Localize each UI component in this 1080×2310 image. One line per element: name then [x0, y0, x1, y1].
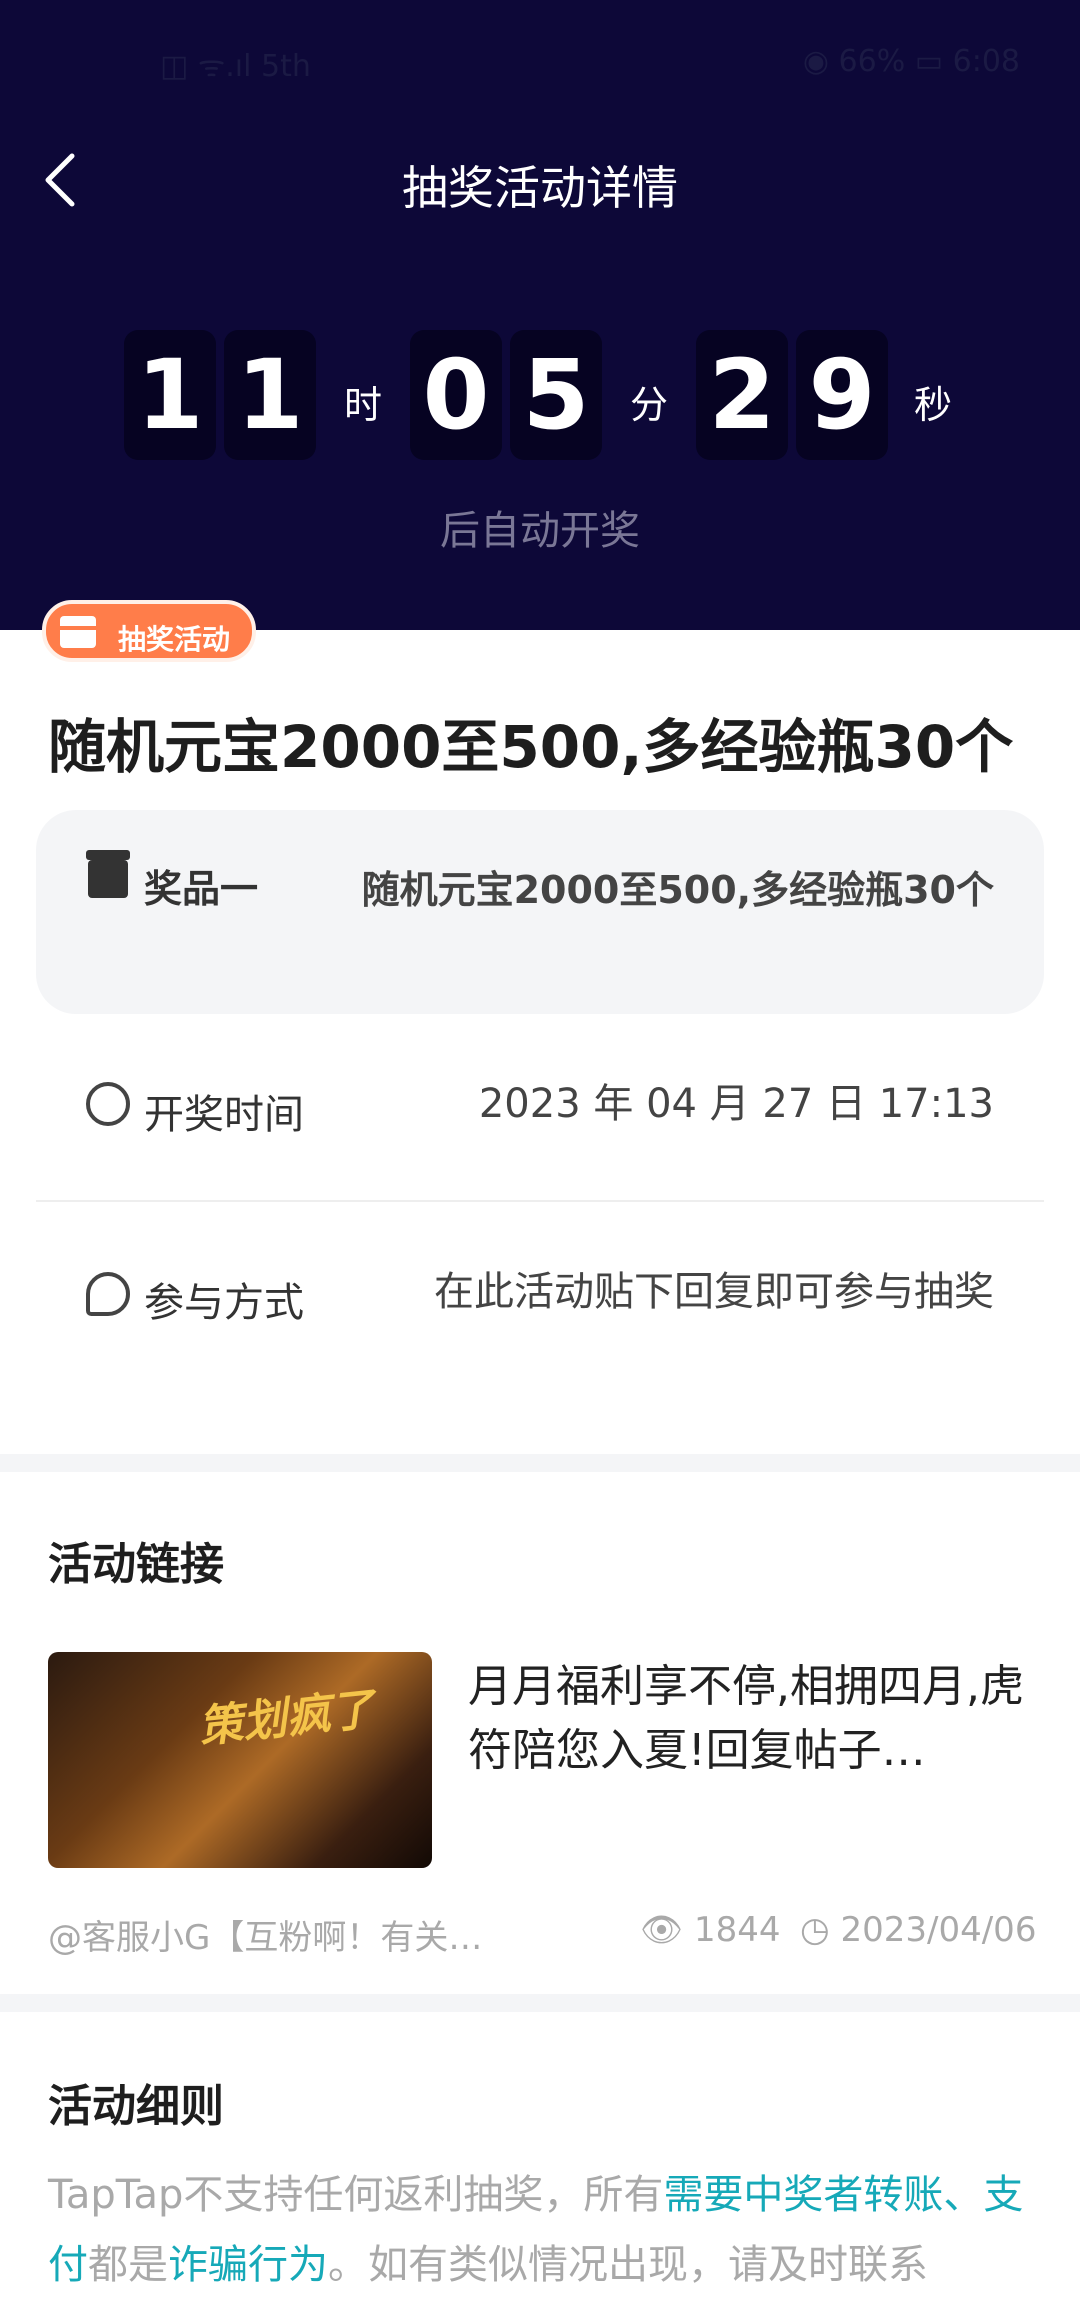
link-thumbnail[interactable]: 策划疯了 [48, 1652, 432, 1868]
countdown-timer: 1 1 时 0 5 分 2 9 秒 [0, 330, 1080, 460]
rules-section-title: 活动细则 [48, 2081, 224, 2132]
section-gap [0, 1994, 1080, 2012]
seconds-digit-1: 2 [696, 330, 788, 460]
minutes-digit-1: 0 [410, 330, 502, 460]
post-author[interactable]: @客服小G【互粉啊！有关… [48, 1910, 482, 1959]
gift-icon [86, 850, 130, 898]
hours-digit-2: 1 [224, 330, 316, 460]
gift-icon [60, 616, 96, 648]
date-value: 2023/04/06 [840, 1910, 1037, 1950]
rules-highlight-2: 诈骗行为 [168, 2242, 328, 2288]
post-date: ◷ 2023/04/06 [800, 1910, 1036, 1950]
participation-value: 在此活动贴下回复即可参与抽奖 [434, 1269, 994, 1315]
seconds-digit-2: 9 [796, 330, 888, 460]
participation-row: 参与方式 在此活动贴下回复即可参与抽奖 [36, 1258, 1044, 1388]
countdown-subtitle: 后自动开奖 [440, 508, 640, 554]
status-bar: ◫ ᯤ.ıl 5th ◉ 66% ▭ 6:08 [0, 40, 1080, 84]
rules-text-2: 都是 [88, 2242, 168, 2288]
divider [36, 1200, 1044, 1202]
second-unit: 秒 [914, 383, 953, 427]
draw-time-label: 开奖时间 [144, 1092, 304, 1138]
hour-unit: 时 [344, 383, 383, 427]
rules-text-1: TapTap不支持任何返利抽奖，所有 [48, 2172, 664, 2218]
status-left: ◫ ᯤ.ıl 5th [160, 49, 311, 84]
prize-value: 随机元宝2000至500,多经验瓶30个 [361, 868, 994, 912]
draw-time-value: 2023 年 04 月 27 日 17:13 [478, 1081, 994, 1127]
post-views: 👁 1844 [640, 1910, 781, 1950]
views-count: 1844 [693, 1910, 781, 1950]
link-section-title: 活动链接 [48, 1539, 224, 1590]
alarm-clock-icon [86, 1082, 130, 1126]
eye-icon: 👁 [640, 1910, 684, 1950]
thumbnail-text: 策划疯了 [196, 1683, 377, 1754]
minutes-digit-2: 5 [510, 330, 602, 460]
page-title: 抽奖活动详情 [402, 161, 678, 215]
prize-card: 奖品一 随机元宝2000至500,多经验瓶30个 [36, 810, 1044, 1014]
activity-badge: 抽奖活动 [42, 600, 256, 662]
rules-text: TapTap不支持任何返利抽奖，所有需要中奖者转账、支付都是诈骗行为。如有类似情… [48, 2160, 1038, 2300]
badge-label: 抽奖活动 [118, 623, 231, 656]
participation-label: 参与方式 [144, 1280, 304, 1326]
activity-title: 随机元宝2000至500,多经验瓶30个 [48, 713, 1014, 781]
header: ◫ ᯤ.ıl 5th ◉ 66% ▭ 6:08 抽奖活动详情 1 1 时 0 5… [0, 0, 1080, 630]
link-post-title[interactable]: 月月福利享不停,相拥四月,虎符陪您入夏!回复帖子… [468, 1655, 1038, 1783]
minute-unit: 分 [630, 383, 669, 427]
rules-text-3: 。如有类似情况出现，请及时联系 [328, 2242, 928, 2288]
prize-label: 奖品一 [144, 867, 259, 911]
clock-icon: ◷ [800, 1910, 830, 1950]
status-right: ◉ 66% ▭ 6:08 [802, 44, 1020, 79]
hours-digit-1: 1 [124, 330, 216, 460]
draw-time-row: 开奖时间 2023 年 04 月 27 日 17:13 [36, 1070, 1044, 1170]
section-gap [0, 1454, 1080, 1472]
comment-icon [86, 1272, 130, 1316]
